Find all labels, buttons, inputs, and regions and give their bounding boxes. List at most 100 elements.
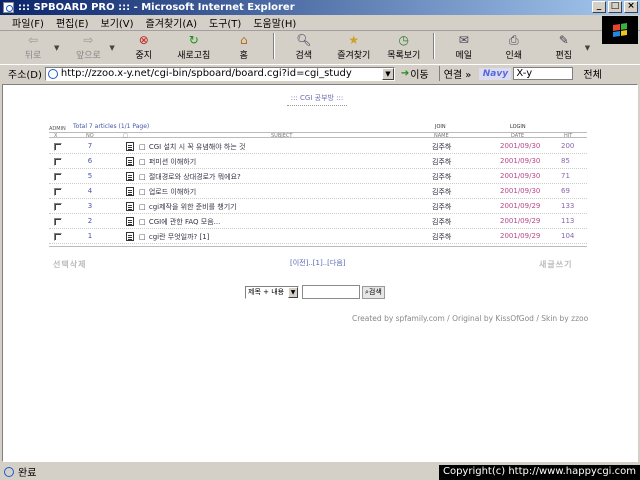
address-input[interactable]: http://zzoo.x-y.net/cgi-bin/spboard/boar… bbox=[44, 66, 395, 81]
menu-file[interactable]: 파일(F) bbox=[12, 15, 44, 30]
favorites-label: 즐겨찾기 bbox=[337, 51, 371, 61]
search-input[interactable] bbox=[302, 285, 360, 299]
row-checkbox[interactable] bbox=[54, 158, 62, 166]
table-row: 2 □ CGI에 관한 FAQ 모음... 김주하 2001/09/29 113 bbox=[49, 214, 587, 229]
address-bar: 주소(D) http://zzoo.x-y.net/cgi-bin/spboar… bbox=[0, 64, 640, 82]
row-subject[interactable]: □ cgi란 무엇일까? [1] bbox=[139, 232, 209, 242]
total-articles: Total 7 articles (1/1 Page) bbox=[73, 123, 150, 130]
row-subject[interactable]: □ cgi제작을 위한 준비를 챙기기 bbox=[139, 202, 237, 212]
status-text: 완료 bbox=[18, 468, 37, 479]
edit-icon: ✎ bbox=[558, 33, 569, 47]
refresh-button[interactable]: ↻ 새로고침 bbox=[171, 32, 217, 61]
search-submit-label: 검색 bbox=[368, 287, 382, 296]
menu-edit[interactable]: 편집(E) bbox=[56, 15, 89, 30]
row-number: 1 bbox=[87, 232, 93, 240]
address-dropdown-icon[interactable]: ▼ bbox=[381, 67, 394, 80]
join-link[interactable]: JOIN bbox=[435, 124, 446, 130]
home-button[interactable]: ⌂ 홈 bbox=[221, 32, 267, 61]
print-label: 인쇄 bbox=[505, 51, 523, 61]
board-search: 제목 + 내용 ▼ ⌕검색 bbox=[245, 285, 385, 299]
menu-tools[interactable]: 도구(T) bbox=[209, 15, 241, 30]
document-icon bbox=[126, 202, 134, 211]
row-checkbox[interactable] bbox=[54, 233, 62, 241]
row-checkbox[interactable] bbox=[54, 218, 62, 226]
pagination[interactable]: [이전]..[1]..[다음] bbox=[290, 258, 346, 268]
forward-button[interactable]: ⇨ 앞으로 bbox=[65, 32, 111, 61]
forward-dropdown-icon[interactable]: ▼ bbox=[109, 44, 114, 52]
row-subject[interactable]: □ CGI에 관한 FAQ 모음... bbox=[139, 217, 220, 227]
favorites-button[interactable]: ★ 즐겨찾기 bbox=[331, 32, 377, 61]
document-icon bbox=[126, 187, 134, 196]
status-page-icon bbox=[4, 466, 14, 477]
row-date: 2001/09/30 bbox=[500, 157, 541, 165]
row-subject[interactable]: □ 절대경로와 상대경로가 뭐에요? bbox=[139, 172, 241, 182]
go-label: 이동 bbox=[410, 70, 429, 81]
row-number: 7 bbox=[87, 142, 93, 150]
row-subject[interactable]: □ CGI 설치 시 꼭 유념해야 하는 것 bbox=[139, 142, 245, 152]
favorites-folder-icon: ★ bbox=[348, 33, 360, 47]
new-post-button[interactable]: 새글쓰기 bbox=[539, 259, 572, 270]
document-icon bbox=[126, 157, 134, 166]
row-number: 5 bbox=[87, 172, 93, 180]
back-dropdown-icon[interactable]: ▼ bbox=[54, 44, 59, 52]
row-date: 2001/09/30 bbox=[500, 142, 541, 150]
row-author[interactable]: 김주하 bbox=[432, 142, 451, 152]
page-icon bbox=[47, 68, 58, 79]
row-checkbox[interactable] bbox=[54, 203, 62, 211]
search-submit-button[interactable]: ⌕검색 bbox=[362, 285, 385, 299]
maximize-button[interactable]: □ bbox=[608, 1, 622, 13]
edit-label: 편집 bbox=[555, 51, 573, 61]
stop-button[interactable]: ⊗ 중지 bbox=[121, 32, 167, 61]
row-subject[interactable]: □ 퍼미션 이해하기 bbox=[139, 157, 196, 167]
row-hits: 69 bbox=[561, 187, 570, 195]
row-author[interactable]: 김주하 bbox=[432, 232, 451, 242]
links-button[interactable]: 연결 » bbox=[438, 66, 471, 81]
toolbar-separator bbox=[272, 33, 275, 59]
mail-label: 메일 bbox=[455, 51, 473, 61]
search-button[interactable]: 🔍︎ 검색 bbox=[281, 32, 327, 61]
back-button[interactable]: ⇦ 뒤로 bbox=[10, 32, 56, 61]
row-checkbox[interactable] bbox=[54, 188, 62, 196]
row-author[interactable]: 김주하 bbox=[432, 172, 451, 182]
go-button[interactable]: ➔ 이동 bbox=[401, 66, 429, 81]
row-checkbox[interactable] bbox=[54, 173, 62, 181]
close-button[interactable]: × bbox=[624, 1, 638, 13]
go-arrow-icon: ➔ bbox=[400, 68, 410, 79]
login-link[interactable]: LOGIN bbox=[510, 124, 526, 130]
credits: Created by spfamily.com / Original by Ki… bbox=[352, 314, 589, 323]
delete-selected-button[interactable]: 선택삭제 bbox=[53, 259, 86, 270]
navy-search-scope[interactable]: 전체 bbox=[583, 66, 601, 81]
row-author[interactable]: 김주하 bbox=[432, 202, 451, 212]
back-arrow-icon: ⇦ bbox=[27, 33, 39, 47]
minimize-button[interactable]: _ bbox=[592, 1, 606, 13]
document-icon bbox=[126, 217, 134, 226]
menu-help[interactable]: 도움말(H) bbox=[253, 15, 296, 30]
print-button[interactable]: ⎙ 인쇄 bbox=[491, 32, 537, 61]
document-icon bbox=[126, 232, 134, 241]
chevron-down-icon: ▼ bbox=[288, 286, 298, 298]
title-bar: ::: SPBOARD PRO ::: - Microsoft Internet… bbox=[0, 0, 640, 15]
table-row: 3 □ cgi제작을 위한 준비를 챙기기 김주하 2001/09/29 133 bbox=[49, 199, 587, 214]
menu-view[interactable]: 보기(V) bbox=[101, 15, 134, 30]
search-field-select[interactable]: 제목 + 내용 ▼ bbox=[245, 285, 299, 299]
forward-arrow-icon: ⇨ bbox=[83, 33, 94, 47]
document-icon bbox=[126, 172, 134, 181]
row-number: 3 bbox=[87, 202, 93, 210]
history-button[interactable]: ◷ 목록보기 bbox=[381, 32, 427, 61]
mail-button[interactable]: ✉ 메일 bbox=[441, 32, 487, 61]
row-author[interactable]: 김주하 bbox=[432, 217, 451, 227]
row-date: 2001/09/29 bbox=[500, 217, 541, 225]
menu-favorites[interactable]: 즐겨찾기(A) bbox=[146, 15, 197, 30]
navy-logo[interactable]: Navy bbox=[479, 67, 512, 80]
row-author[interactable]: 김주하 bbox=[432, 157, 451, 167]
row-number: 4 bbox=[87, 187, 93, 195]
back-label: 뒤로 bbox=[24, 51, 42, 61]
page-viewport: ::: CGI 공부방 ::: ADMIN Total 7 articles (… bbox=[2, 84, 638, 462]
edit-button[interactable]: ✎ 편집 bbox=[541, 32, 587, 61]
row-subject[interactable]: □ 업로드 이해하기 bbox=[139, 187, 196, 197]
navy-search-input[interactable]: X-y bbox=[513, 67, 574, 80]
row-checkbox[interactable] bbox=[54, 143, 62, 151]
edit-dropdown-icon[interactable]: ▼ bbox=[585, 44, 590, 52]
row-author[interactable]: 김주하 bbox=[432, 187, 451, 197]
article-list: 7 □ CGI 설치 시 꼭 유념해야 하는 것 김주하 2001/09/30 … bbox=[49, 139, 587, 244]
